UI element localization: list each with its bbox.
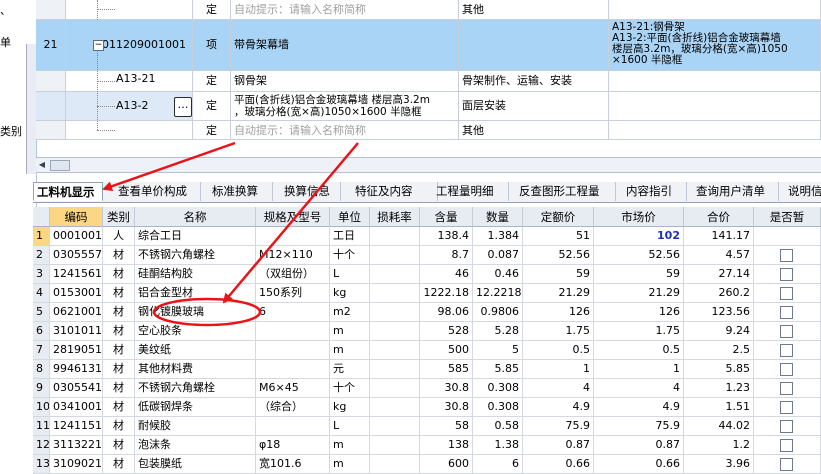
annotation-arrow-to-glass	[222, 142, 359, 304]
annotation-layer	[102, 141, 359, 327]
annotation-arrow-to-tab	[102, 141, 236, 192]
annotation-circle-glass	[152, 297, 262, 327]
